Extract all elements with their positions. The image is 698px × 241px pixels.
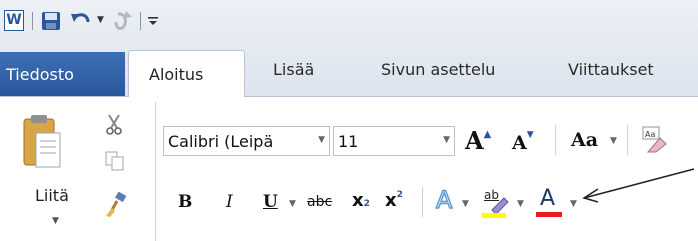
redo-icon[interactable] [112,9,134,33]
font-name-dropdown-icon[interactable]: ▼ [318,135,325,145]
qat-separator [32,12,33,30]
italic-button[interactable]: I [226,192,233,212]
text-effects-dropdown-icon[interactable]: ▼ [462,199,469,209]
tab-insert[interactable]: Lisää [273,60,314,79]
change-case-label: Aa [571,129,599,151]
subscript-label: x [352,190,364,211]
tab-file[interactable]: Tiedosto [0,52,125,96]
superscript-mark: 2 [396,190,403,200]
subscript-mark: 2 [363,199,370,209]
underline-dropdown-icon[interactable]: ▼ [289,199,296,209]
undo-dropdown-icon[interactable]: ▼ [97,15,104,25]
font-color-button[interactable]: A [536,186,564,218]
font-size-dropdown-icon[interactable]: ▼ [443,135,450,145]
paste-dropdown-icon[interactable]: ▼ [52,216,59,226]
font-name-combo[interactable]: Calibri (Leipä ▼ [163,126,330,156]
grow-font-label: A [465,126,484,155]
paste-icon[interactable] [22,113,62,175]
bold-button[interactable]: B [178,192,192,212]
save-icon[interactable] [40,10,62,32]
font-separator [422,187,423,217]
change-case-button[interactable]: Aa [571,129,598,151]
tab-home[interactable]: Aloitus [128,50,245,97]
highlight-button[interactable]: ab [482,188,510,218]
highlighter-icon [482,197,509,218]
font-separator [555,125,556,155]
font-name-value: Calibri (Leipä [168,131,274,151]
cut-icon[interactable] [103,114,125,136]
clear-formatting-icon[interactable]: Aa [640,124,668,154]
grow-font-button[interactable]: A▲ [465,126,491,155]
svg-text:Aa: Aa [645,130,655,139]
group-separator [155,102,156,241]
paste-label[interactable]: Liitä [35,186,69,205]
shrink-arrow-icon: ▼ [526,130,534,140]
shrink-font-button[interactable]: A▼ [512,130,534,154]
change-case-dropdown-icon[interactable]: ▼ [610,136,617,146]
copy-icon[interactable] [104,150,126,172]
shrink-font-label: A [512,132,527,154]
customize-qat-icon[interactable] [146,12,160,30]
font-size-combo[interactable]: 11 ▼ [333,126,455,156]
font-size-value: 11 [338,131,359,151]
annotation-arrow [582,168,695,203]
tab-references[interactable]: Viittaukset [568,60,654,79]
strikethrough-button[interactable]: abc [307,194,332,210]
superscript-label: x [385,190,397,211]
highlight-dropdown-icon[interactable]: ▼ [517,199,524,209]
text-effects-button[interactable]: A [435,185,453,215]
format-painter-icon[interactable] [104,191,128,218]
undo-icon[interactable] [70,9,94,33]
underline-button[interactable]: U [263,192,278,212]
subscript-button[interactable]: x2 [352,190,370,211]
font-color-label: A [540,186,556,211]
tab-page-layout[interactable]: Sivun asettelu [381,60,495,79]
superscript-button[interactable]: x2 [385,190,403,211]
grow-arrow-icon: ▲ [483,129,492,140]
font-color-bar [536,212,562,217]
quick-access-toolbar: W ▼ [0,0,698,42]
font-separator [627,125,628,155]
word-icon[interactable]: W [4,10,24,31]
qat-separator [140,12,141,30]
